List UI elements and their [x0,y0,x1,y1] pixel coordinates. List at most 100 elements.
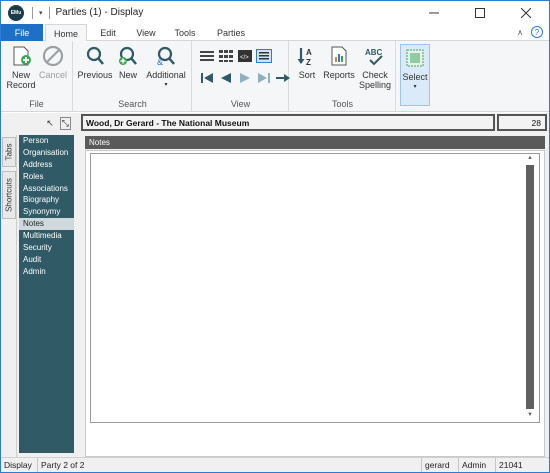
zoom-select-icon[interactable]: ⤡ [59,116,71,130]
nav-item-security[interactable]: Security [19,242,74,254]
list-view-icon[interactable] [199,49,215,63]
notes-panel: ▲ ▼ [85,150,545,457]
new-search-icon [119,46,137,65]
tab-tools[interactable]: Tools [169,24,201,41]
tab-parties[interactable]: Parties [211,24,251,41]
select-label: Select [402,72,428,82]
tools-group: A Z Sort Reports ABC Check Spelling Tool… [290,41,396,112]
tab-tabs[interactable]: Tabs [2,137,16,167]
sort-label: Sort [298,70,316,80]
grid-view-icon[interactable] [218,49,234,63]
previous-record-icon[interactable] [218,71,234,85]
notes-textarea[interactable] [90,153,540,423]
additional-search-icon: & [157,46,175,67]
main-area: ↖ ⤡ Tabs Shortcuts Person Organisation A… [1,113,549,457]
nav-item-organisation[interactable]: Organisation [19,147,74,159]
maximize-icon [475,7,485,18]
vertical-tabs: Tabs Shortcuts [1,135,17,457]
status-group: Admin [458,458,494,472]
quick-access-dropdown-icon[interactable]: ▾ [39,9,43,17]
nav-item-multimedia[interactable]: Multimedia [19,230,74,242]
additional-search-button[interactable]: & Additional ▾ [144,45,188,90]
svg-text:A: A [306,48,312,57]
tools-group-label: Tools [331,99,353,109]
tab-file[interactable]: File [1,24,43,41]
separator [32,6,33,19]
minimize-icon [429,12,439,13]
select-group: Select ▾ [397,41,433,112]
nav-item-synonymy[interactable]: Synonymy [19,206,74,218]
tab-shortcuts[interactable]: Shortcuts [2,171,16,219]
check-spelling-label: Check Spelling [358,70,392,90]
status-position: Party 2 of 2 [37,458,167,472]
check-spelling-button[interactable]: ABC Check Spelling [358,45,392,90]
nav-item-notes[interactable]: Notes [19,218,74,231]
reports-button[interactable]: Reports [322,45,356,80]
notes-scrollbar[interactable]: ▲ ▼ [525,154,535,420]
view-group: </> View [193,41,291,112]
nav-item-person[interactable]: Person [19,135,74,147]
title-bar: EMu ▾ Parties (1) - Display [1,1,549,24]
search-group: Previous New & Additional ▾ Search [74,41,192,112]
file-group-label: File [29,99,44,109]
view-mode-row: </> [199,49,272,63]
close-button[interactable] [503,1,549,24]
minimize-button[interactable] [411,1,457,24]
section-title: Notes [85,136,545,149]
window-title: Parties (1) - Display [55,7,144,18]
nav-item-audit[interactable]: Audit [19,254,74,266]
cancel-icon [42,45,64,67]
details-view-icon[interactable] [256,49,272,63]
cancel-button[interactable]: Cancel [37,45,69,80]
tab-view[interactable]: View [131,24,161,41]
status-id: 21041 [495,458,549,472]
chevron-down-icon: ▾ [164,82,168,88]
nav-item-biography[interactable]: Biography [19,194,74,206]
svg-text:Z: Z [306,58,311,67]
additional-label: Additional [146,70,186,80]
tab-navigation-panel: Person Organisation Address Roles Associ… [19,135,74,453]
new-search-button[interactable]: New [116,45,140,80]
tab-shortcuts-label: Shortcuts [4,178,14,212]
nav-item-admin[interactable]: Admin [19,266,74,278]
status-bar: Display Party 2 of 2 gerard Admin 21041 [1,457,549,472]
last-record-icon[interactable] [256,71,272,85]
check-spelling-icon: ABC [365,48,383,66]
nav-item-associations[interactable]: Associations [19,183,74,195]
separator [48,6,50,19]
scroll-up-icon[interactable]: ▲ [525,154,535,163]
maximize-button[interactable] [457,1,503,24]
tab-home[interactable]: Home [45,24,87,42]
next-record-icon[interactable] [237,71,253,85]
scroll-down-icon[interactable]: ▼ [525,411,535,420]
tab-tabs-label: Tabs [4,143,14,161]
new-record-label: New Record [6,70,36,90]
record-header: Wood, Dr Gerard - The National Museum [81,114,495,131]
html-view-icon[interactable]: </> [237,49,253,63]
app-window: EMu ▾ Parties (1) - Display File Home Ed… [0,0,550,473]
scrollbar-thumb[interactable] [526,165,534,409]
previous-label: Previous [77,70,113,80]
first-record-icon[interactable] [199,71,215,85]
select-button[interactable]: Select ▾ [400,44,430,106]
ribbon: New Record Cancel File Previous New & Ad… [1,41,549,112]
collapse-ribbon-icon[interactable]: ∧ [517,28,523,37]
new-record-button[interactable]: New Record [5,45,37,90]
help-icon[interactable]: ? [531,26,543,38]
nav-item-roles[interactable]: Roles [19,171,74,183]
tab-edit[interactable]: Edit [93,24,123,41]
status-user: gerard [421,458,457,472]
cancel-label: Cancel [38,70,67,80]
view-group-label: View [230,99,251,109]
select-icon [406,49,424,67]
file-group: New Record Cancel File [1,41,73,112]
app-logo-icon[interactable]: EMu [8,4,24,21]
previous-button[interactable]: Previous [77,45,113,80]
sort-button[interactable]: A Z Sort [294,45,320,80]
record-navigation-row [199,71,291,85]
reports-icon [331,46,347,66]
pointer-icon[interactable]: ↖ [46,118,54,129]
go-to-record-icon[interactable] [275,71,291,85]
nav-item-address[interactable]: Address [19,159,74,171]
svg-text:</>: </> [240,55,249,61]
